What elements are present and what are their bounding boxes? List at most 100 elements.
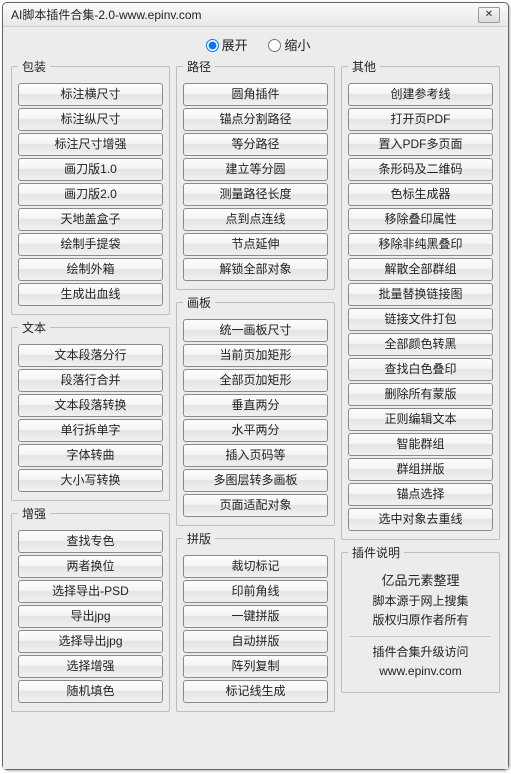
btn-other-12[interactable]: 删除所有蒙版 [348,383,493,406]
btn-path-7[interactable]: 解锁全部对象 [183,258,328,281]
group-other: 其他 创建参考线 打开页PDF 置入PDF多页面 条形码及二维码 色标生成器 移… [341,58,500,540]
btn-other-7[interactable]: 解散全部群组 [348,258,493,281]
btn-packaging-1[interactable]: 标注纵尺寸 [18,108,163,131]
group-packaging-title: 包装 [18,58,50,75]
btn-other-5[interactable]: 移除叠印属性 [348,208,493,231]
about-line-4: 插件合集升级访问 [348,643,493,662]
btn-impose-0[interactable]: 裁切标记 [183,555,328,578]
btn-text-4[interactable]: 字体转曲 [18,444,163,467]
view-mode-radios: 展开 缩小 [11,31,500,58]
group-artboard-title: 画板 [183,294,215,311]
about-text: 亿品元素整理 脚本源于网上搜集 版权归原作者所有 插件合集升级访问 www.ep… [348,567,493,686]
btn-artboard-2[interactable]: 全部页加矩形 [183,369,328,392]
radio-expand-label: 展开 [222,38,248,53]
btn-artboard-0[interactable]: 统一画板尺寸 [183,319,328,342]
btn-artboard-7[interactable]: 页面适配对象 [183,494,328,517]
group-about: 插件说明 亿品元素整理 脚本源于网上搜集 版权归原作者所有 插件合集升级访问 w… [341,544,500,693]
group-about-title: 插件说明 [348,544,404,561]
btn-artboard-4[interactable]: 水平两分 [183,419,328,442]
btn-impose-3[interactable]: 自动拼版 [183,630,328,653]
btn-packaging-7[interactable]: 绘制外箱 [18,258,163,281]
btn-artboard-1[interactable]: 当前页加矩形 [183,344,328,367]
about-link: www.epinv.com [348,662,493,681]
btn-other-10[interactable]: 全部颜色转黑 [348,333,493,356]
radio-collapse-input[interactable] [268,39,281,52]
radio-collapse-label: 缩小 [284,38,310,53]
btn-other-9[interactable]: 链接文件打包 [348,308,493,331]
column-2: 路径 圆角插件 锚点分割路径 等分路径 建立等分圆 测量路径长度 点到点连线 节… [176,58,335,761]
client-area: 展开 缩小 包装 标注横尺寸 标注纵尺寸 标注尺寸增强 画刀版1.0 画刀版2.… [3,27,508,769]
titlebar: AI脚本插件合集-2.0-www.epinv.com ✕ [3,3,508,27]
close-button[interactable]: ✕ [478,7,500,23]
btn-enhance-0[interactable]: 查找专色 [18,530,163,553]
group-enhance-title: 增强 [18,505,50,522]
columns: 包装 标注横尺寸 标注纵尺寸 标注尺寸增强 画刀版1.0 画刀版2.0 天地盖盒… [11,58,500,761]
btn-packaging-3[interactable]: 画刀版1.0 [18,158,163,181]
btn-text-3[interactable]: 单行拆单字 [18,419,163,442]
btn-path-5[interactable]: 点到点连线 [183,208,328,231]
group-impose-title: 拼版 [183,530,215,547]
column-3: 其他 创建参考线 打开页PDF 置入PDF多页面 条形码及二维码 色标生成器 移… [341,58,500,761]
radio-collapse[interactable]: 缩小 [263,38,310,53]
btn-other-8[interactable]: 批量替换链接图 [348,283,493,306]
btn-artboard-3[interactable]: 垂直两分 [183,394,328,417]
btn-enhance-3[interactable]: 导出jpg [18,605,163,628]
about-line-2: 脚本源于网上搜集 [348,592,493,611]
btn-enhance-4[interactable]: 选择导出jpg [18,630,163,653]
btn-path-4[interactable]: 测量路径长度 [183,183,328,206]
btn-enhance-2[interactable]: 选择导出-PSD [18,580,163,603]
btn-other-13[interactable]: 正则编辑文本 [348,408,493,431]
btn-other-17[interactable]: 选中对象去重线 [348,508,493,531]
btn-path-0[interactable]: 圆角插件 [183,83,328,106]
window-title: AI脚本插件合集-2.0-www.epinv.com [11,6,201,23]
btn-packaging-6[interactable]: 绘制手提袋 [18,233,163,256]
btn-other-3[interactable]: 条形码及二维码 [348,158,493,181]
btn-packaging-8[interactable]: 生成出血线 [18,283,163,306]
close-icon: ✕ [485,9,493,20]
group-text: 文本 文本段落分行 段落行合并 文本段落转换 单行拆单字 字体转曲 大小写转换 [11,319,170,501]
btn-artboard-5[interactable]: 插入页码等 [183,444,328,467]
radio-expand[interactable]: 展开 [201,38,248,53]
about-line-3: 版权归原作者所有 [348,611,493,630]
btn-packaging-0[interactable]: 标注横尺寸 [18,83,163,106]
btn-other-2[interactable]: 置入PDF多页面 [348,133,493,156]
btn-other-16[interactable]: 锚点选择 [348,483,493,506]
group-impose: 拼版 裁切标记 印前角线 一键拼版 自动拼版 阵列复制 标记线生成 [176,530,335,712]
group-path-title: 路径 [183,58,215,75]
btn-path-2[interactable]: 等分路径 [183,133,328,156]
btn-packaging-5[interactable]: 天地盖盒子 [18,208,163,231]
about-divider [350,636,491,637]
btn-path-6[interactable]: 节点延伸 [183,233,328,256]
group-enhance: 增强 查找专色 两者换位 选择导出-PSD 导出jpg 选择导出jpg 选择增强… [11,505,170,712]
btn-packaging-2[interactable]: 标注尺寸增强 [18,133,163,156]
btn-enhance-5[interactable]: 选择增强 [18,655,163,678]
btn-path-3[interactable]: 建立等分圆 [183,158,328,181]
btn-other-6[interactable]: 移除非纯黑叠印 [348,233,493,256]
btn-enhance-1[interactable]: 两者换位 [18,555,163,578]
btn-impose-1[interactable]: 印前角线 [183,580,328,603]
btn-text-0[interactable]: 文本段落分行 [18,344,163,367]
btn-other-11[interactable]: 查找白色叠印 [348,358,493,381]
group-artboard: 画板 统一画板尺寸 当前页加矩形 全部页加矩形 垂直两分 水平两分 插入页码等 … [176,294,335,526]
group-other-title: 其他 [348,58,380,75]
about-line-1: 亿品元素整理 [348,571,493,592]
btn-artboard-6[interactable]: 多图层转多画板 [183,469,328,492]
group-text-title: 文本 [18,319,50,336]
btn-path-1[interactable]: 锚点分割路径 [183,108,328,131]
btn-text-2[interactable]: 文本段落转换 [18,394,163,417]
btn-impose-5[interactable]: 标记线生成 [183,680,328,703]
btn-other-4[interactable]: 色标生成器 [348,183,493,206]
btn-impose-4[interactable]: 阵列复制 [183,655,328,678]
btn-other-0[interactable]: 创建参考线 [348,83,493,106]
btn-text-5[interactable]: 大小写转换 [18,469,163,492]
btn-packaging-4[interactable]: 画刀版2.0 [18,183,163,206]
btn-impose-2[interactable]: 一键拼版 [183,605,328,628]
app-window: AI脚本插件合集-2.0-www.epinv.com ✕ 展开 缩小 包装 标注… [2,2,509,770]
group-packaging: 包装 标注横尺寸 标注纵尺寸 标注尺寸增强 画刀版1.0 画刀版2.0 天地盖盒… [11,58,170,315]
btn-enhance-6[interactable]: 随机填色 [18,680,163,703]
btn-other-15[interactable]: 群组拼版 [348,458,493,481]
radio-expand-input[interactable] [206,39,219,52]
btn-other-1[interactable]: 打开页PDF [348,108,493,131]
btn-other-14[interactable]: 智能群组 [348,433,493,456]
btn-text-1[interactable]: 段落行合并 [18,369,163,392]
